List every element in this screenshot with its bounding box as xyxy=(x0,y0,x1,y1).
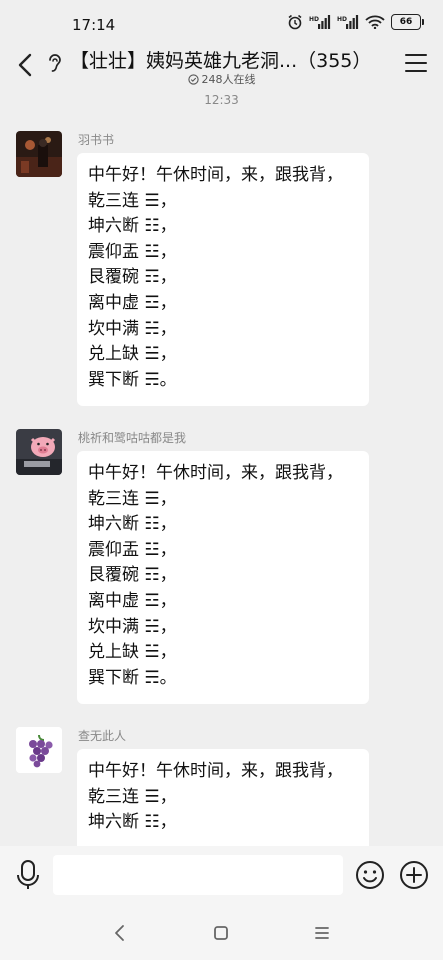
avatar[interactable] xyxy=(16,429,62,475)
message-line: 艮覆碗 ☶， xyxy=(88,267,177,288)
signal-icon: HD xyxy=(309,15,331,29)
status-time: 17:14 xyxy=(72,16,116,34)
input-bar xyxy=(0,846,443,906)
svg-text:HD: HD xyxy=(309,16,319,23)
online-status: 248人在线 xyxy=(0,71,443,87)
message-line: 坎中满 ☵， xyxy=(88,318,177,339)
sender-name: 羽书书 xyxy=(78,133,115,147)
message-line: 中午好！午休时间，来，跟我背， xyxy=(88,761,343,781)
chat-title: 【壮壮】姨妈英雄九老洞...（355） xyxy=(70,50,372,72)
message-line: 坤六断 ☷， xyxy=(88,812,177,833)
menu-icon[interactable] xyxy=(405,54,427,74)
svg-text:HD: HD xyxy=(337,16,347,23)
message-line: 中午好！午休时间，来，跟我背， xyxy=(88,463,343,483)
message-line: 乾三连 ☰， xyxy=(88,488,177,509)
message-line: 离中虚 ☲， xyxy=(88,292,177,313)
message-bubble[interactable]: 中午好！午休时间，来，跟我背， 乾三连 ☰， 坤六断 ☷， 震仰盂 ☳， 艮覆碗… xyxy=(77,451,369,704)
message-line: 震仰盂 ☳， xyxy=(88,539,177,560)
message-line: 乾三连 ☰， xyxy=(88,190,177,211)
message-line: 坎中满 ☵， xyxy=(88,616,177,637)
message-line: 中午好！午休时间，来，跟我背， xyxy=(88,165,343,185)
sender-name: 桃祈和鹭咕咕都是我 xyxy=(78,431,187,445)
message-input[interactable] xyxy=(53,855,343,895)
microphone-icon[interactable] xyxy=(14,858,42,892)
message-line: 兑上缺 ☱， xyxy=(88,344,177,365)
alarm-icon xyxy=(288,14,302,30)
signal-icon-2: HD xyxy=(337,15,359,29)
avatar[interactable] xyxy=(16,727,62,773)
message-line: 坤六断 ☷， xyxy=(88,216,177,237)
message-line: 乾三连 ☰， xyxy=(88,786,177,807)
message-line: 离中虚 ☲， xyxy=(88,590,177,611)
message-bubble[interactable]: 中午好！午休时间，来，跟我背， 乾三连 ☰， 坤六断 ☷， 震仰盂 ☳， 艮覆碗… xyxy=(77,153,369,406)
system-nav-bar xyxy=(0,906,443,960)
battery-icon: 66 xyxy=(391,14,424,30)
message-timestamp: 12:33 xyxy=(204,93,239,107)
smiley-icon[interactable] xyxy=(355,860,385,890)
message-line: 巽下断 ☴。 xyxy=(88,667,177,688)
message-line: 震仰盂 ☳， xyxy=(88,241,177,262)
message-line: 兑上缺 ☱， xyxy=(88,642,177,663)
nav-home-icon[interactable] xyxy=(208,920,234,946)
message-line: 艮覆碗 ☶， xyxy=(88,565,177,586)
online-count: 248人在线 xyxy=(201,73,256,86)
avatar[interactable] xyxy=(16,131,62,177)
plus-icon[interactable] xyxy=(399,860,429,890)
check-circle-icon xyxy=(187,73,199,85)
message-line: 坤六断 ☷， xyxy=(88,514,177,535)
nav-recent-icon[interactable] xyxy=(309,920,335,946)
message-line: 巽下断 ☴。 xyxy=(88,369,177,390)
status-icons: HD HD 66 xyxy=(287,14,424,30)
sender-name: 查无此人 xyxy=(78,729,127,743)
nav-back-icon[interactable] xyxy=(107,920,133,946)
wifi-icon xyxy=(365,15,385,29)
